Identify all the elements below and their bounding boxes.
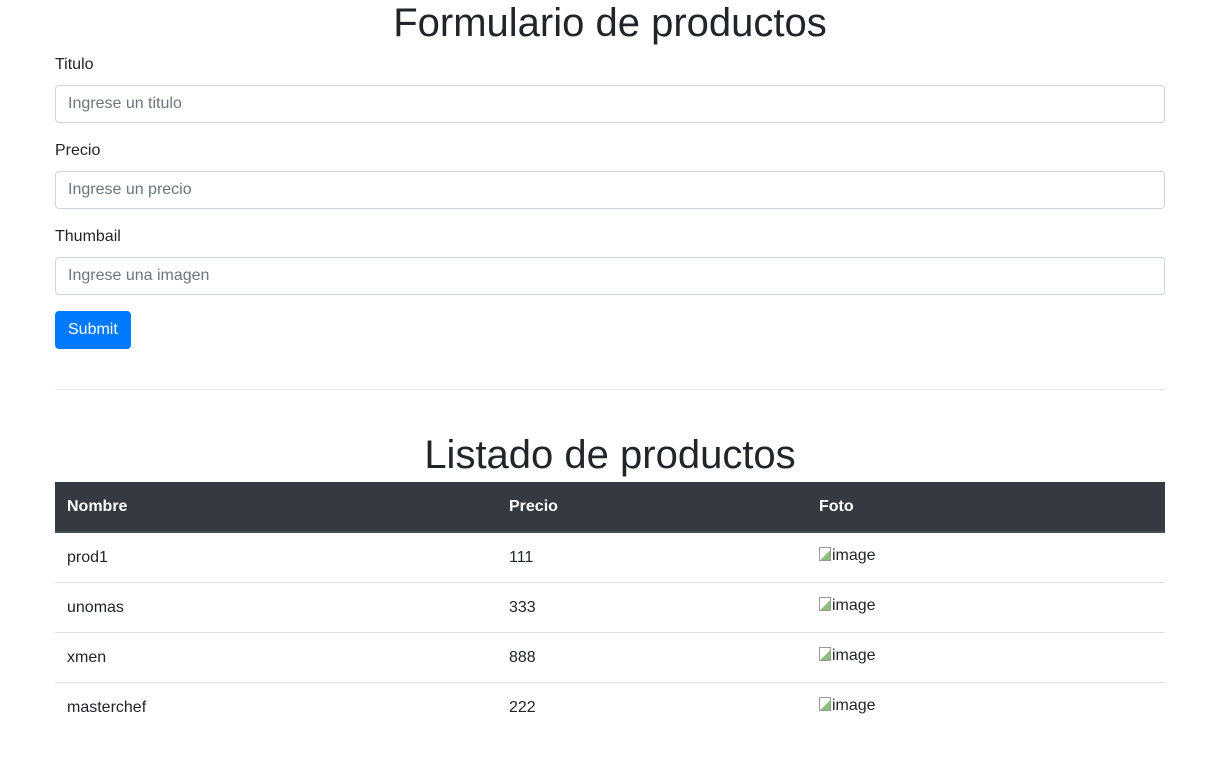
form-title: Formulario de productos <box>393 1 827 45</box>
precio-input[interactable] <box>55 171 1165 209</box>
image-alt-text: image <box>832 547 876 564</box>
titulo-input[interactable] <box>55 85 1165 123</box>
cell-precio: 222 <box>497 682 807 732</box>
broken-image-icon <box>819 697 831 711</box>
thumbail-group: Thumbail <box>55 225 1165 295</box>
cell-nombre: unomas <box>55 582 497 633</box>
cell-foto: image <box>807 532 1165 583</box>
cell-nombre: prod1 <box>67 548 108 566</box>
product-image: image <box>819 547 876 565</box>
page-container: Formulario de productos Titulo Precio Th… <box>55 0 1165 732</box>
table-row: prod1 111 image <box>55 532 1165 583</box>
broken-image-icon <box>819 647 831 661</box>
cell-foto: image <box>807 632 1165 683</box>
cell-nombre: masterchef <box>55 682 497 732</box>
product-image: image <box>819 697 876 715</box>
thumbail-input[interactable] <box>55 257 1165 295</box>
section-divider <box>55 389 1165 390</box>
titulo-group: Titulo <box>55 53 1165 123</box>
table-header: Nombre Precio Foto <box>55 482 1165 533</box>
precio-group: Precio <box>55 139 1165 209</box>
broken-image-icon <box>819 547 831 561</box>
column-header-precio: Precio <box>497 482 807 533</box>
table-header-row: Nombre Precio Foto <box>55 482 1165 533</box>
column-header-nombre: Nombre <box>55 482 497 533</box>
image-alt-text: image <box>832 647 876 664</box>
product-form: Titulo Precio Thumbail Submit <box>55 53 1165 349</box>
product-image: image <box>819 597 876 615</box>
products-table: Nombre Precio Foto prod1 111 image unoma… <box>55 482 1165 732</box>
cell-foto: image <box>807 582 1165 633</box>
cell-nombre: xmen <box>55 632 497 683</box>
image-alt-text: image <box>832 697 876 714</box>
cell-precio: 111 <box>509 548 534 566</box>
cell-precio: 333 <box>497 582 807 633</box>
cell-foto: image <box>807 682 1165 732</box>
product-image: image <box>819 647 876 665</box>
listing-title: Listado de productos <box>424 433 796 477</box>
table-row: masterchef 222 image <box>55 682 1165 732</box>
table-row: xmen 888 image <box>55 632 1165 683</box>
cell-precio: 888 <box>497 632 807 683</box>
column-header-foto: Foto <box>807 482 1165 533</box>
table-body: prod1 111 image unomas 333 image xmen 88… <box>55 532 1165 732</box>
thumbail-label: Thumbail <box>55 228 121 245</box>
submit-button[interactable]: Submit <box>55 311 131 349</box>
broken-image-icon <box>819 597 831 611</box>
titulo-label: Titulo <box>55 56 94 73</box>
image-alt-text: image <box>832 597 876 614</box>
precio-label: Precio <box>55 142 101 159</box>
table-row: unomas 333 image <box>55 582 1165 633</box>
